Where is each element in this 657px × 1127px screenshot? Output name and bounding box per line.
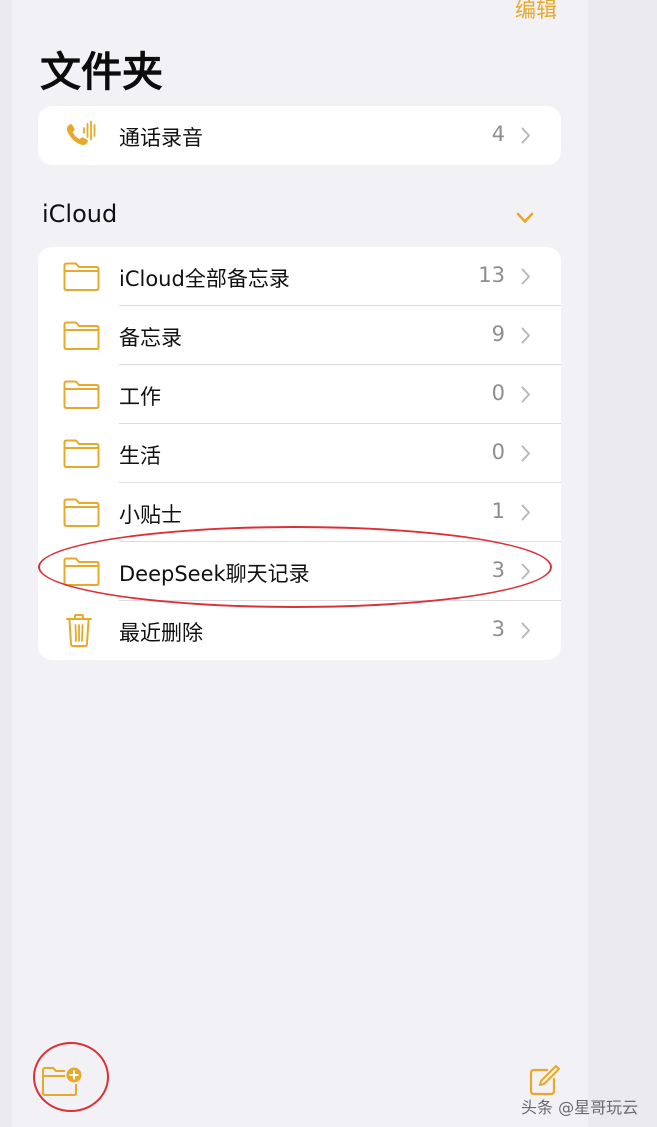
- note-count: 3: [491, 617, 505, 641]
- folder-row-tips[interactable]: 小贴士 1: [38, 483, 561, 542]
- note-count: 4: [491, 122, 505, 146]
- note-count: 9: [491, 322, 505, 346]
- right-background-strip: [588, 0, 657, 1127]
- folder-icon: [62, 495, 102, 529]
- folder-row-life[interactable]: 生活 0: [38, 424, 561, 483]
- folder-icon: [62, 436, 102, 470]
- folder-row-call-recordings[interactable]: 通话录音 4: [38, 106, 561, 165]
- folder-icon: [62, 554, 102, 588]
- new-folder-icon: [42, 1067, 82, 1096]
- chevron-right-icon: [521, 327, 530, 344]
- note-count: 1: [491, 499, 505, 523]
- folder-row-deepseek-chat-log[interactable]: DeepSeek聊天记录 3: [38, 542, 561, 601]
- edit-button[interactable]: 编辑: [515, 0, 557, 24]
- note-count: 0: [491, 381, 505, 405]
- note-count: 0: [491, 440, 505, 464]
- compose-icon: [529, 1065, 560, 1096]
- folder-row-icloud-all-notes[interactable]: iCloud全部备忘录 13: [38, 247, 561, 306]
- folder-icon: [62, 377, 102, 411]
- page-title: 文件夹: [40, 48, 163, 96]
- note-count: 3: [491, 558, 505, 582]
- folder-icon: [62, 259, 102, 293]
- chevron-right-icon: [521, 504, 530, 521]
- folder-row-notes[interactable]: 备忘录 9: [38, 306, 561, 365]
- folder-label: 最近删除: [119, 621, 203, 645]
- chevron-down-icon[interactable]: [516, 212, 534, 224]
- folder-row-work[interactable]: 工作 0: [38, 365, 561, 424]
- folder-label: iCloud全部备忘录: [119, 267, 290, 291]
- folder-label: DeepSeek聊天记录: [119, 562, 310, 586]
- compose-button[interactable]: [528, 1064, 562, 1096]
- phone-waveform-icon: [62, 118, 102, 152]
- chevron-right-icon: [521, 622, 530, 639]
- chevron-right-icon: [521, 386, 530, 403]
- chevron-right-icon: [521, 127, 530, 144]
- section-title-icloud: iCloud: [42, 200, 118, 228]
- chevron-right-icon: [521, 268, 530, 285]
- watermark: 头条 @星哥玩云: [521, 1098, 639, 1117]
- left-background-strip: [0, 0, 12, 1127]
- folder-label: 工作: [119, 385, 161, 409]
- folder-label: 小贴士: [119, 503, 182, 527]
- trash-icon: [62, 613, 102, 647]
- chevron-right-icon: [521, 563, 530, 580]
- top-folders-card: 通话录音 4: [38, 106, 561, 165]
- chevron-right-icon: [521, 445, 530, 462]
- folder-label: 备忘录: [119, 326, 182, 350]
- folder-row-recently-deleted[interactable]: 最近删除 3: [38, 601, 561, 660]
- folder-label: 通话录音: [119, 126, 203, 150]
- folder-label: 生活: [119, 444, 161, 468]
- icloud-folders-card: iCloud全部备忘录 13 备忘录 9 工作 0 生活 0 小贴士 1 Dee…: [38, 247, 561, 660]
- folder-icon: [62, 318, 102, 352]
- new-folder-button[interactable]: [40, 1064, 84, 1098]
- note-count: 13: [478, 263, 505, 287]
